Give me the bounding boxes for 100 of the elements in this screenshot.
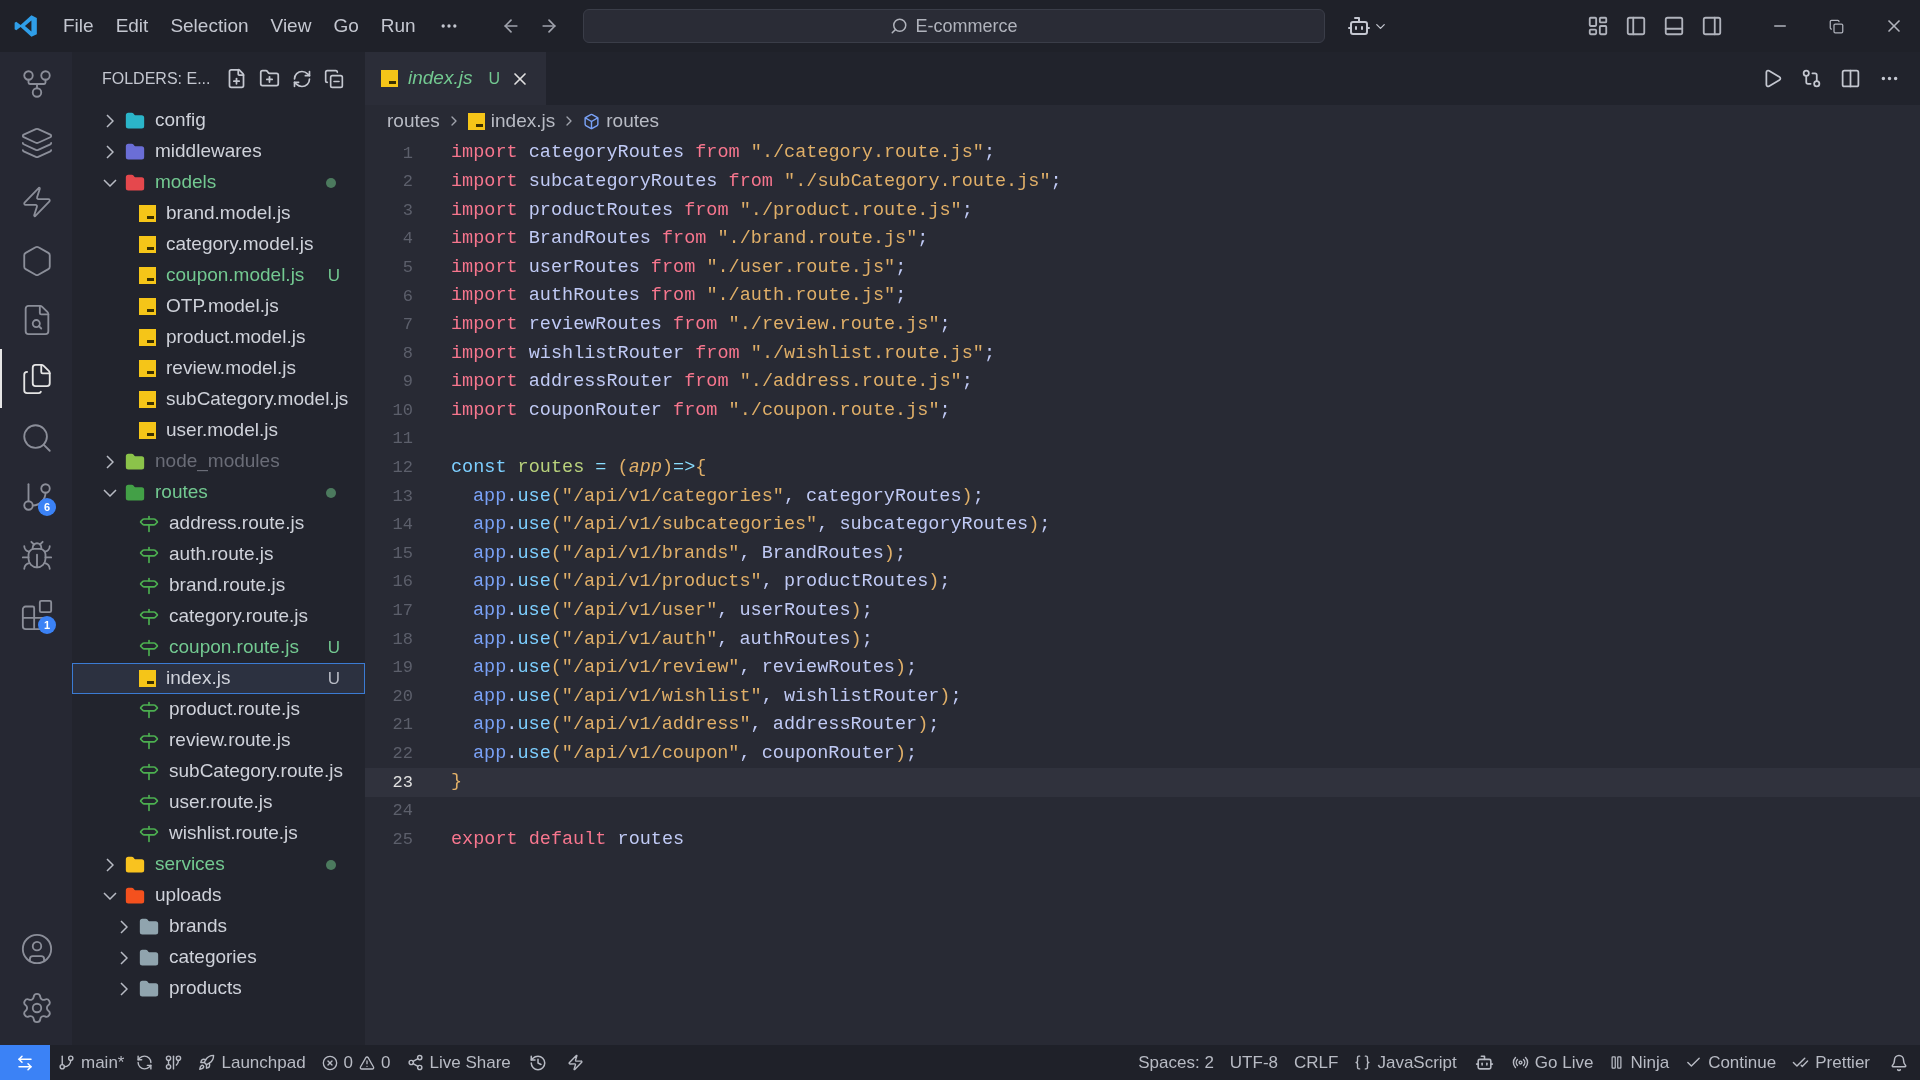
tree-item[interactable]: index.js U	[72, 663, 365, 694]
code-line: app.use("/api/v1/coupon", couponRouter);	[473, 741, 918, 766]
menu-item[interactable]: View	[259, 11, 323, 41]
tree-item[interactable]: wishlist.route.js	[72, 818, 365, 849]
panel-left-icon[interactable]	[1625, 15, 1647, 37]
code-line: app.use("/api/v1/wishlist", wishlistRouter);	[473, 684, 962, 709]
live-share-status[interactable]: Live Share	[398, 1045, 519, 1080]
lightning-icon	[20, 184, 54, 219]
file-name: services	[155, 852, 225, 877]
refresh-icon[interactable]	[292, 68, 313, 89]
signpost-icon	[139, 730, 159, 751]
language-status[interactable]: JavaScript	[1346, 1045, 1465, 1080]
ninja-status[interactable]: Ninja	[1601, 1045, 1678, 1080]
extensions-icon	[20, 597, 54, 632]
js-file-icon	[139, 670, 156, 687]
git-graph-icon[interactable]	[165, 1054, 183, 1071]
tree-item[interactable]: product.model.js	[72, 322, 365, 353]
tree-item[interactable]: review.route.js	[72, 725, 365, 756]
folder-icon	[125, 482, 145, 503]
split-editor-icon[interactable]	[1840, 68, 1861, 89]
menu-item[interactable]: Edit	[104, 11, 160, 41]
tree-item[interactable]: brand.route.js	[72, 570, 365, 601]
robot-icon[interactable]	[1346, 14, 1371, 38]
tree-item[interactable]: OTP.model.js	[72, 291, 365, 322]
tree-item[interactable]: models	[72, 167, 365, 198]
menu-item[interactable]: Run	[369, 11, 427, 41]
tree-item[interactable]: routes	[72, 477, 365, 508]
tree-item[interactable]: review.model.js	[72, 353, 365, 384]
braces-icon	[1354, 1054, 1372, 1071]
collapse-all-icon[interactable]	[324, 68, 345, 89]
status-item[interactable]: CRLF	[1286, 1045, 1347, 1080]
tree-item[interactable]: products	[72, 973, 365, 1004]
tree-item[interactable]: user.model.js	[72, 415, 365, 446]
sync-icon[interactable]	[136, 1054, 154, 1071]
code-line: import couponRouter from "./coupon.route.js";	[451, 398, 951, 423]
search-icon	[889, 17, 908, 35]
activity-bar-item[interactable]: 6	[0, 467, 72, 526]
tree-item[interactable]: uploads	[72, 880, 365, 911]
problems-status[interactable]: 0 0	[313, 1045, 399, 1080]
file-name: product.model.js	[166, 325, 306, 350]
panel-bottom-icon[interactable]	[1663, 15, 1685, 37]
continue-status[interactable]: Continue	[1677, 1045, 1785, 1080]
folder-icon	[139, 978, 159, 999]
tree-item[interactable]: product.route.js	[72, 694, 365, 725]
breadcrumb-item[interactable]: routes	[606, 106, 660, 136]
history-icon[interactable]	[528, 1053, 547, 1072]
tree-item[interactable]: user.route.js	[72, 787, 365, 818]
new-folder-icon[interactable]	[259, 68, 281, 89]
tree-item[interactable]: middlewares	[72, 136, 365, 167]
code-line: import authRoutes from "./auth.route.js";	[451, 284, 907, 309]
lightning-icon[interactable]	[566, 1054, 584, 1071]
menu-item[interactable]: File	[52, 11, 105, 41]
status-item[interactable]: UTF-8	[1221, 1045, 1286, 1080]
breadcrumb-item[interactable]: routes	[387, 106, 440, 136]
branch-status[interactable]: main*	[50, 1045, 133, 1080]
folder-icon	[125, 854, 145, 875]
notifications-icon[interactable]	[1890, 1053, 1908, 1072]
code-line: }	[451, 770, 463, 795]
signpost-icon	[139, 544, 159, 565]
menu-item[interactable]: Selection	[159, 11, 260, 41]
restore-icon[interactable]	[1829, 18, 1844, 34]
file-name: brands	[169, 914, 228, 939]
tree-item[interactable]: categories	[72, 942, 365, 973]
count-badge: 1	[38, 616, 56, 634]
layout-icon[interactable]	[1587, 15, 1609, 37]
status-item[interactable]: Spaces: 2	[1130, 1045, 1222, 1080]
remote-button[interactable]	[0, 1045, 50, 1080]
compare-icon[interactable]	[1801, 68, 1822, 89]
prettier-status[interactable]: Prettier	[1784, 1045, 1878, 1080]
editor-tab[interactable]: index.js U	[365, 52, 546, 105]
panel-right-icon[interactable]	[1701, 15, 1723, 37]
go-live-status[interactable]: Go Live	[1503, 1045, 1602, 1080]
tree-item[interactable]: auth.route.js	[72, 539, 365, 570]
tree-item[interactable]: config	[72, 105, 365, 136]
tree-item[interactable]: brands	[72, 911, 365, 942]
tree-item[interactable]: subCategory.route.js	[72, 756, 365, 787]
code-line: const routes = (app)=>{	[451, 455, 707, 480]
js-file-icon	[139, 329, 156, 346]
tree-item[interactable]: subCategory.model.js	[72, 384, 365, 415]
tree-item[interactable]: address.route.js	[72, 508, 365, 539]
tree-item[interactable]: brand.model.js	[72, 198, 365, 229]
file-name: brand.model.js	[166, 201, 291, 226]
signpost-icon	[139, 761, 159, 782]
launchpad-status[interactable]: Launchpad	[190, 1045, 314, 1080]
tab-label: index.js	[408, 66, 473, 91]
tree-item[interactable]: category.route.js	[72, 601, 365, 632]
menu-item[interactable]: Go	[322, 11, 370, 41]
file-name: user.route.js	[169, 790, 273, 815]
signpost-icon	[139, 513, 159, 534]
signpost-icon	[139, 606, 159, 627]
tree-item[interactable]: coupon.route.js U	[72, 632, 365, 663]
file-name: uploads	[155, 883, 222, 908]
tree-item[interactable]: services	[72, 849, 365, 880]
robot-icon[interactable]	[1474, 1053, 1494, 1072]
tree-item[interactable]: coupon.model.js U	[72, 260, 365, 291]
file-name: review.model.js	[166, 356, 296, 381]
command-center-field[interactable]: E-commerce	[582, 9, 1325, 43]
activity-bar-item[interactable]: 1	[0, 585, 72, 644]
tree-item[interactable]: category.model.js	[72, 229, 365, 260]
breadcrumb-item[interactable]: index.js	[490, 106, 556, 136]
